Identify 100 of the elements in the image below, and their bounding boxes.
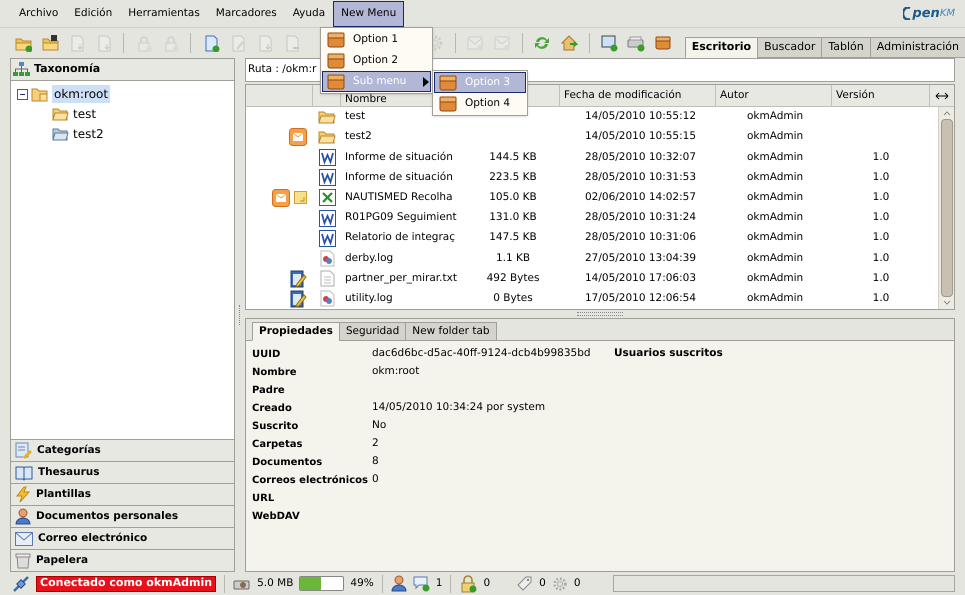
size-cell-text: 131.0 KB — [488, 210, 538, 226]
tab[interactable]: Buscador — [757, 37, 822, 58]
property-label: Creado — [252, 402, 293, 416]
section-title: Usuarios suscritos — [614, 346, 723, 362]
version-cell-text: 1.0 — [872, 150, 890, 165]
menu-bar-item[interactable]: Ayuda — [284, 1, 334, 27]
name-cell-text: NAUTISMED Recolha — [344, 190, 454, 205]
name-cell-text: utility.log — [344, 290, 394, 306]
menu-bar-item[interactable]: Archivo — [11, 1, 66, 27]
menu-bar-item[interactable]: Marcadores — [208, 1, 285, 27]
tab[interactable]: New folder tab — [405, 322, 497, 341]
property-label: Carpetas — [252, 438, 304, 452]
disk-usage: 5.0 MB — [257, 576, 294, 591]
menu-bar-item[interactable]: Edición — [66, 1, 120, 27]
date-cell-text: 17/05/2010 12:06:54 — [584, 290, 698, 306]
tab[interactable]: Propiedades — [252, 322, 340, 341]
column-header[interactable]: Autor — [716, 85, 832, 106]
name-cell-text: Relatorio de integraç — [344, 230, 456, 246]
date-cell-text: 14/05/2010 17:06:03 — [584, 270, 698, 286]
size-cell-text: 492 Bytes — [486, 270, 540, 286]
tree-item[interactable]: test2 — [73, 125, 104, 143]
tag-count: 0 — [539, 576, 546, 591]
property-value: dac6d6bc-d5ac-40ff-9124-dcb4b99835bd — [372, 346, 591, 362]
date-cell-text: 14/05/2010 10:55:15 — [584, 129, 698, 144]
property-label: Nombre — [252, 366, 298, 380]
menu-item[interactable]: Option 1 — [322, 29, 431, 50]
size-cell-text: 147.5 KB — [488, 230, 538, 246]
tab[interactable]: Administración — [870, 37, 965, 58]
tree-item[interactable]: okm:root — [52, 85, 110, 103]
author-cell-text: okmAdmin — [746, 270, 804, 286]
date-cell-text: 27/05/2010 13:04:39 — [584, 250, 698, 266]
author-cell-text: okmAdmin — [746, 290, 804, 306]
property-value: No — [372, 418, 386, 434]
column-header[interactable]: Versión — [832, 85, 930, 106]
version-cell-text: 1.0 — [872, 230, 890, 246]
version-cell-text: 1.0 — [872, 210, 890, 226]
property-label: Suscrito — [252, 420, 300, 434]
property-value: 2 — [372, 436, 379, 452]
author-cell-text: okmAdmin — [746, 190, 804, 205]
version-cell-text: 1.0 — [872, 190, 890, 205]
version-cell-text: 1.0 — [872, 270, 890, 286]
author-cell-text: okmAdmin — [746, 210, 804, 226]
panel-title: Taxonomía — [34, 61, 100, 78]
author-cell-text: okmAdmin — [746, 150, 804, 165]
author-cell-text: okmAdmin — [746, 170, 804, 185]
date-cell-text: 28/05/2010 10:31:06 — [584, 230, 698, 246]
menu-bar-item[interactable]: Herramientas — [120, 1, 208, 27]
date-cell-text: 02/06/2010 14:02:57 — [584, 190, 698, 205]
property-value: 8 — [372, 454, 379, 470]
property-value: 14/05/2010 10:34:24 por system — [372, 400, 546, 416]
property-label: URL — [252, 492, 276, 506]
tree-item[interactable]: test — [73, 105, 96, 123]
accordion-header[interactable]: Plantillas — [11, 483, 234, 505]
task-count: 0 — [574, 576, 581, 591]
version-cell-text: 1.0 — [872, 170, 890, 185]
property-label: UUID — [252, 348, 282, 362]
tab[interactable]: Tablón — [821, 37, 871, 58]
property-label: Padre — [252, 384, 286, 398]
date-cell-text: 28/05/2010 10:32:07 — [584, 150, 698, 165]
menu-bar-item[interactable]: New Menu — [333, 1, 404, 27]
property-label: Correos electrónicos — [252, 474, 369, 488]
name-cell-text: Informe de situación — [344, 170, 454, 185]
author-cell-text: okmAdmin — [746, 230, 804, 246]
locked-count: 0 — [483, 576, 490, 591]
menu-item[interactable]: Option 4 — [434, 93, 526, 114]
property-label: Documentos — [252, 456, 324, 470]
version-cell-text: 1.0 — [872, 290, 890, 306]
tab[interactable]: Escritorio — [684, 37, 758, 58]
author-cell-text: okmAdmin — [746, 109, 804, 124]
version-cell-text: 1.0 — [872, 250, 890, 266]
size-cell-text: 1.1 KB — [494, 250, 532, 266]
property-label: WebDAV — [252, 510, 301, 524]
accordion-header[interactable]: Correo electrónico — [11, 527, 234, 549]
column-header[interactable]: Fecha de modificación — [560, 85, 716, 106]
size-cell-text: 144.5 KB — [488, 150, 538, 165]
logo: penKM — [903, 4, 955, 24]
property-value: 0 — [372, 472, 379, 488]
connection-status: Conectado como okmAdmin — [36, 576, 216, 592]
chat-count: 1 — [436, 576, 442, 591]
quota-percent: 49% — [350, 576, 374, 591]
accordion-header[interactable]: Papelera — [11, 549, 234, 571]
name-cell-text: derby.log — [344, 250, 394, 266]
name-cell-text: partner_per_mirar.txt — [344, 270, 458, 286]
name-cell-text: test2 — [344, 129, 373, 144]
size-cell-text: 105.0 KB — [488, 190, 538, 205]
name-cell-text: test — [344, 109, 366, 124]
accordion-header[interactable]: Categorías — [11, 439, 234, 461]
date-cell-text: 28/05/2010 10:31:24 — [584, 210, 698, 226]
tab[interactable]: Seguridad — [338, 322, 406, 341]
date-cell-text: 14/05/2010 10:55:12 — [584, 109, 698, 124]
date-cell-text: 28/05/2010 10:31:53 — [584, 170, 698, 185]
size-cell-text: 223.5 KB — [488, 170, 538, 185]
size-cell-text: 0 Bytes — [492, 290, 534, 306]
property-value: okm:root — [372, 364, 420, 380]
author-cell-text: okmAdmin — [746, 250, 804, 266]
name-cell-text: Informe de situación — [344, 150, 454, 165]
accordion-header[interactable]: Thesaurus — [11, 461, 234, 483]
accordion-header[interactable]: Documentos personales — [11, 505, 234, 527]
name-cell-text: R01PG09 Seguimient — [344, 210, 458, 226]
author-cell-text: okmAdmin — [746, 129, 804, 144]
